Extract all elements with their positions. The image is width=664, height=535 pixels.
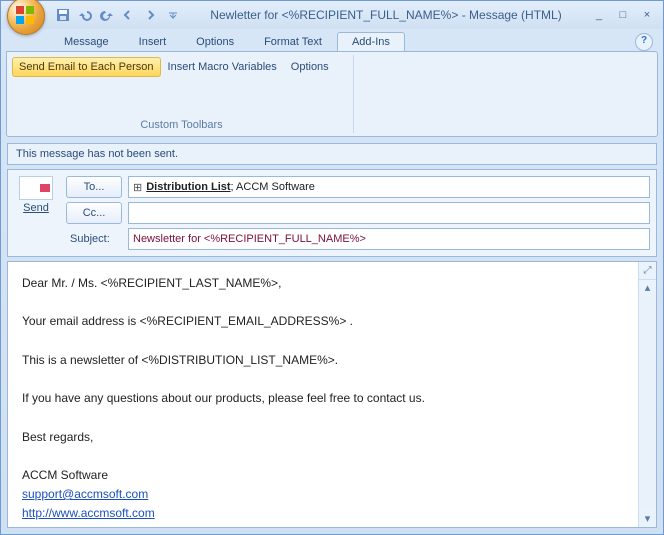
zoom-icon[interactable]: ⤢	[639, 262, 656, 280]
subject-label: Subject:	[66, 233, 122, 245]
maximize-button[interactable]: □	[615, 9, 631, 21]
help-icon[interactable]: ?	[635, 33, 653, 51]
compose-header: Send To... ⊞ Distribution List; ACCM Sof…	[7, 169, 657, 257]
tab-insert[interactable]: Insert	[124, 32, 182, 51]
close-button[interactable]: ×	[639, 9, 655, 21]
ribbon-group-label: Custom Toolbars	[10, 119, 353, 131]
tab-message[interactable]: Message	[49, 32, 124, 51]
body-line: If you have any questions about our prod…	[22, 389, 624, 408]
body-line: This is a newsletter of <%DISTRIBUTION_L…	[22, 351, 624, 370]
undo-icon[interactable]	[77, 7, 93, 23]
ribbon-tabs: Message Insert Options Format Text Add-I…	[1, 29, 663, 51]
tab-add-ins[interactable]: Add-Ins	[337, 32, 405, 51]
subject-field[interactable]: Newsletter for <%RECIPIENT_FULL_NAME%>	[128, 228, 650, 250]
title-bar: Newletter for <%RECIPIENT_FULL_NAME%> - …	[1, 1, 663, 29]
next-item-icon[interactable]	[143, 7, 159, 23]
to-dl-label: Distribution List	[146, 181, 230, 193]
to-button[interactable]: To...	[66, 176, 122, 198]
info-bar: This message has not been sent.	[7, 143, 657, 165]
send-button[interactable]: Send	[23, 202, 49, 214]
support-link[interactable]: support@accmsoft.com	[22, 487, 148, 501]
quick-access-toolbar	[55, 7, 181, 23]
body-line: Best regards,	[22, 428, 624, 447]
addin-options-button[interactable]: Options	[284, 57, 336, 77]
scroll-up-icon[interactable]: ▴	[639, 279, 656, 296]
expand-dl-icon[interactable]: ⊞	[133, 181, 142, 194]
send-email-each-button[interactable]: Send Email to Each Person	[12, 57, 161, 77]
scroll-down-icon[interactable]: ▾	[639, 510, 656, 527]
ribbon-group-custom-toolbars: Send Email to Each Person Insert Macro V…	[10, 55, 354, 133]
body-line: Your email address is <%RECIPIENT_EMAIL_…	[22, 312, 624, 331]
redo-icon[interactable]	[99, 7, 115, 23]
insert-macro-button[interactable]: Insert Macro Variables	[161, 57, 284, 77]
tab-format-text[interactable]: Format Text	[249, 32, 337, 51]
body-line: Dear Mr. / Ms. <%RECIPIENT_LAST_NAME%>,	[22, 274, 624, 293]
save-icon[interactable]	[55, 7, 71, 23]
previous-item-icon[interactable]	[121, 7, 137, 23]
cc-field[interactable]	[128, 202, 650, 224]
message-window: Newletter for <%RECIPIENT_FULL_NAME%> - …	[0, 0, 664, 535]
window-title: Newletter for <%RECIPIENT_FULL_NAME%> - …	[181, 8, 591, 22]
tab-options[interactable]: Options	[181, 32, 249, 51]
to-field[interactable]: ⊞ Distribution List; ACCM Software	[128, 176, 650, 198]
vertical-scrollbar[interactable]: ⤢ ▴ ▾	[638, 262, 656, 527]
website-link[interactable]: http://www.accmsoft.com	[22, 506, 155, 520]
cc-button[interactable]: Cc...	[66, 202, 122, 224]
to-dl-name: ; ACCM Software	[231, 181, 315, 193]
message-body[interactable]: Dear Mr. / Ms. <%RECIPIENT_LAST_NAME%>, …	[8, 262, 638, 527]
qat-customize-icon[interactable]	[165, 7, 181, 23]
ribbon-panel: Send Email to Each Person Insert Macro V…	[6, 51, 658, 137]
minimize-button[interactable]: _	[591, 9, 607, 21]
body-line: ACCM Software	[22, 466, 624, 485]
envelope-icon	[19, 176, 53, 200]
message-body-container: Dear Mr. / Ms. <%RECIPIENT_LAST_NAME%>, …	[7, 261, 657, 528]
